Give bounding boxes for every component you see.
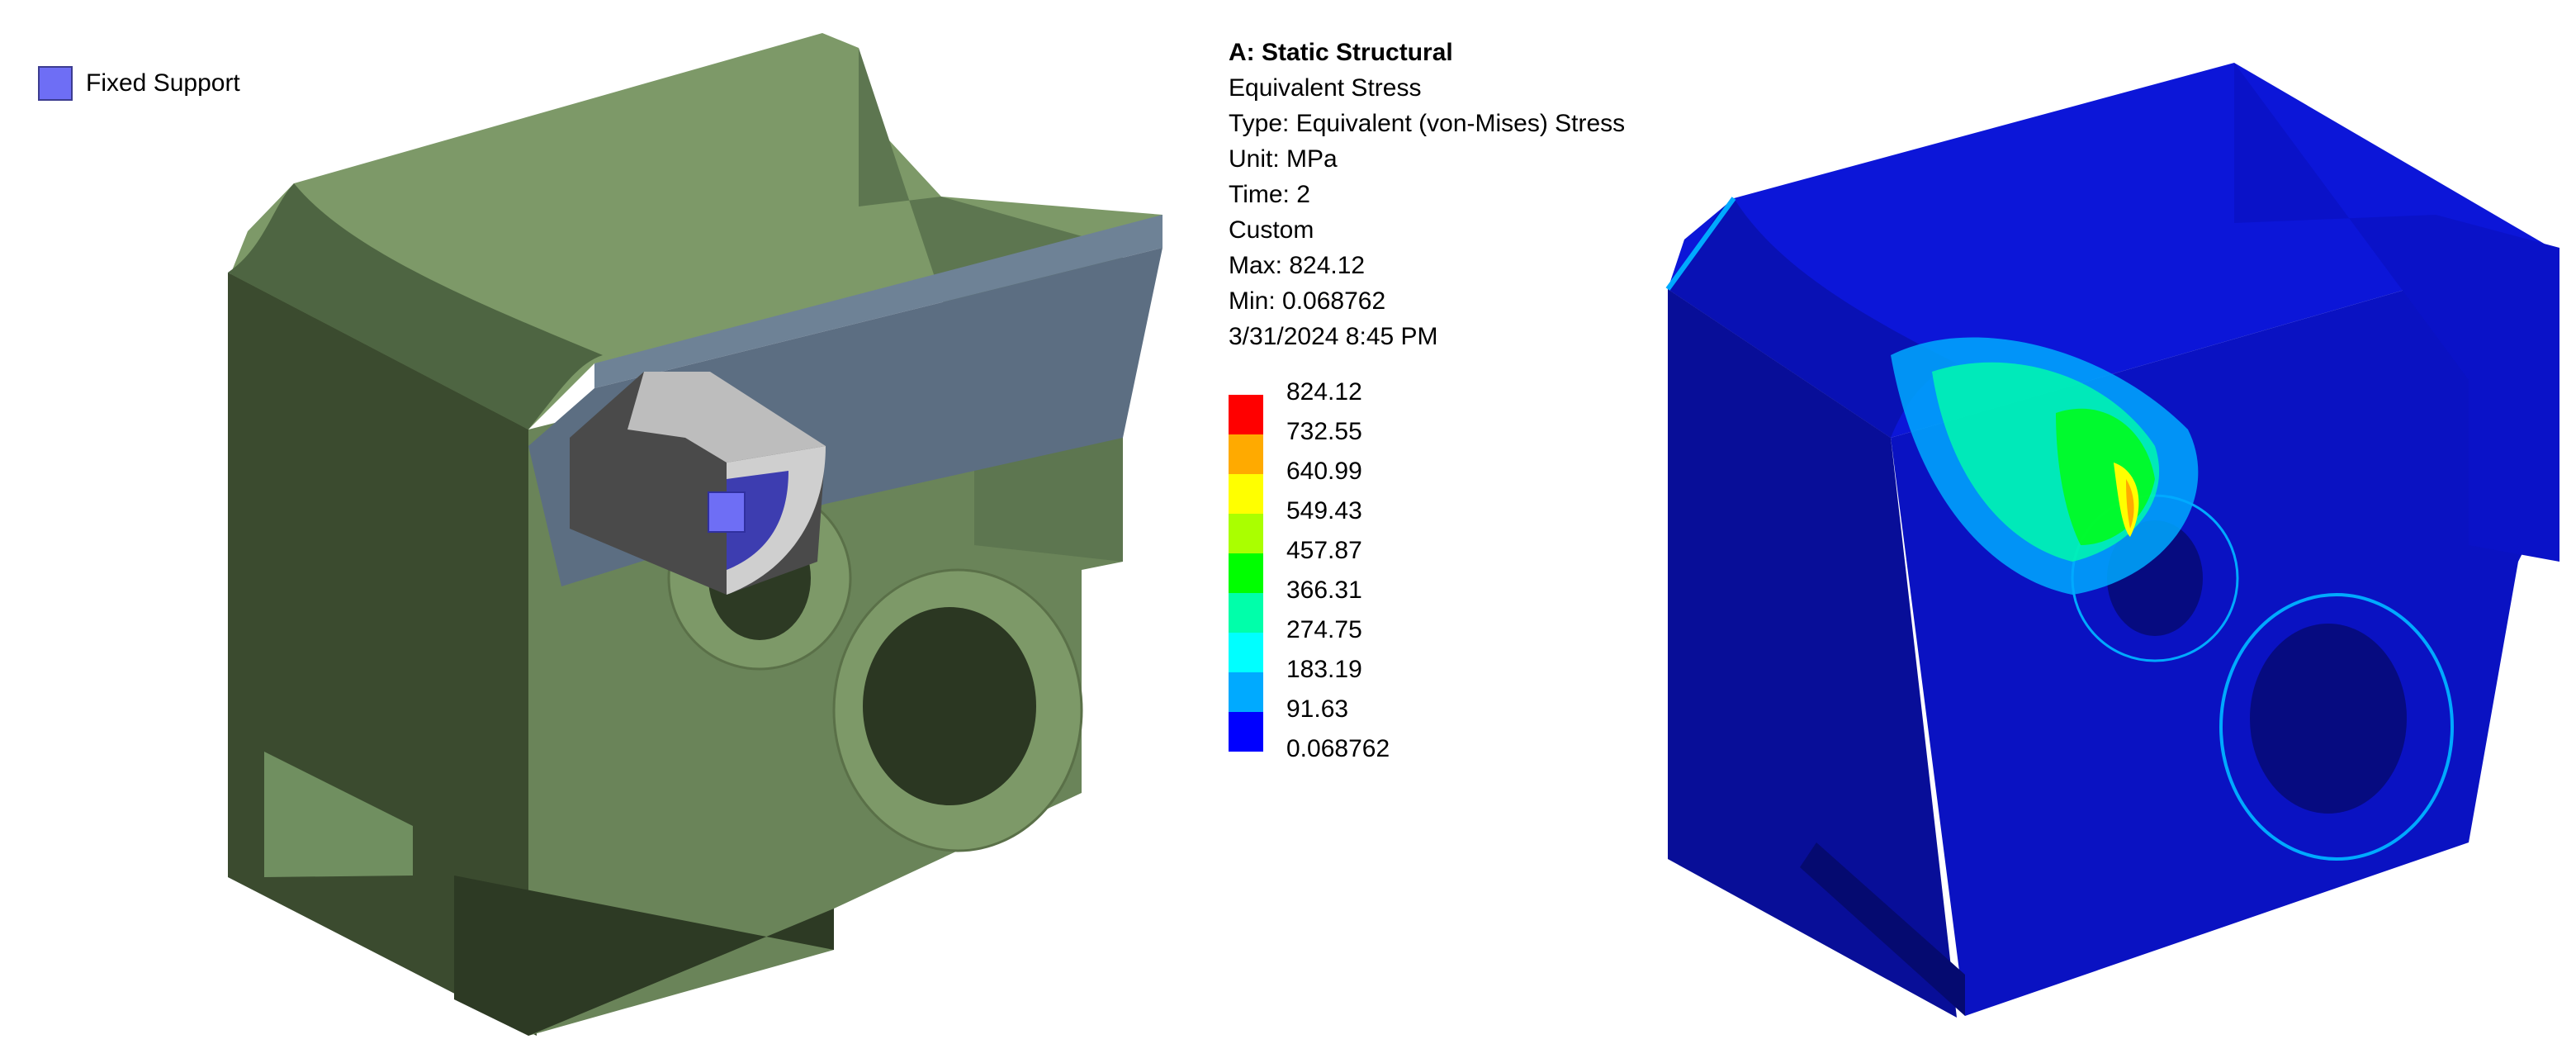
scale-label: 457.87 <box>1286 537 1362 564</box>
result-time: Time: 2 <box>1229 181 1310 208</box>
result-info: A: Static Structural Equivalent Stress T… <box>1229 35 1625 354</box>
scale-swatch <box>1229 672 1263 712</box>
scale-label: 91.63 <box>1286 695 1349 723</box>
result-type: Type: Equivalent (von-Mises) Stress <box>1229 110 1626 137</box>
hole-large-inner <box>2250 624 2407 814</box>
hole-large-inner <box>863 607 1036 805</box>
scale-swatch <box>1229 434 1263 474</box>
result-date: 3/31/2024 8:45 PM <box>1229 323 1438 350</box>
scale-label: 274.75 <box>1286 616 1362 643</box>
result-name: Equivalent Stress <box>1229 74 1422 102</box>
result-max: Max: 824.12 <box>1229 252 1366 279</box>
scale-label: 732.55 <box>1286 418 1362 445</box>
scale-label: 640.99 <box>1286 458 1362 485</box>
scale-label: 824.12 <box>1286 378 1362 406</box>
scale-swatch <box>1229 712 1263 752</box>
support-marker[interactable] <box>708 491 746 533</box>
scale-label: 549.43 <box>1286 497 1362 524</box>
scale-swatch <box>1229 593 1263 633</box>
scale-swatch <box>1229 553 1263 593</box>
scale-label: 183.19 <box>1286 656 1362 683</box>
result-mode: Custom <box>1229 216 1314 244</box>
scale-swatch <box>1229 474 1263 514</box>
scale-label: 0.068762 <box>1286 735 1390 762</box>
result-min: Min: 0.068762 <box>1229 287 1386 315</box>
scale-label: 366.31 <box>1286 577 1362 604</box>
result-unit: Unit: MPa <box>1229 145 1338 173</box>
stress-contour-view[interactable] <box>1643 0 2568 1044</box>
scale-swatch <box>1229 514 1263 553</box>
result-title: A: Static Structural <box>1229 39 1453 66</box>
geometry-view[interactable] <box>0 0 1197 1044</box>
scale-swatch <box>1229 395 1263 434</box>
scale-swatch <box>1229 633 1263 672</box>
